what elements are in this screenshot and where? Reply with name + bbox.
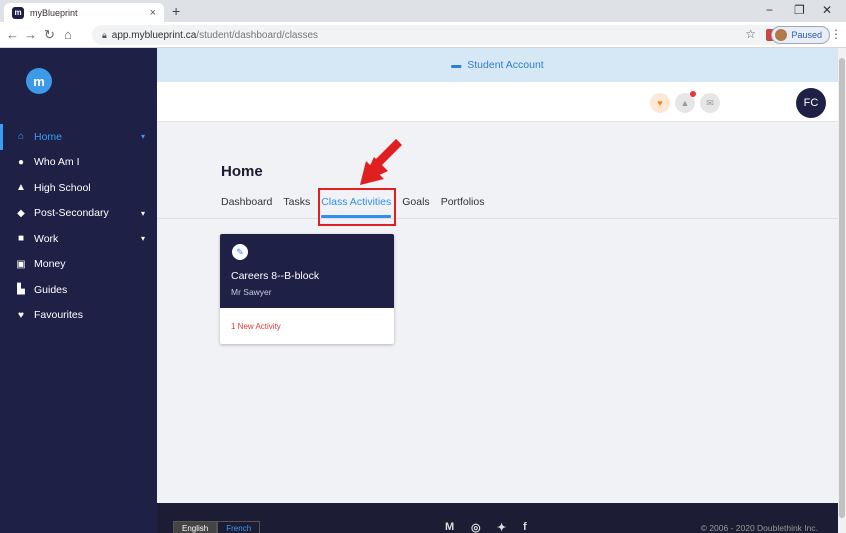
- sidebar-item-high-school[interactable]: ▲ High School: [0, 175, 157, 201]
- restore-icon[interactable]: ❐: [794, 3, 805, 17]
- sidebar-item-guides[interactable]: ▙ Guides: [0, 277, 157, 303]
- sidebar-item-label: Guides: [34, 283, 68, 296]
- sidebar-item-label: Who Am I: [34, 156, 80, 169]
- browser-tab[interactable]: m myBlueprint ×: [4, 3, 164, 22]
- tabs-divider: [157, 218, 838, 219]
- english-button[interactable]: English: [173, 521, 218, 533]
- new-activity-badge[interactable]: 1 New Activity: [231, 322, 281, 331]
- teacher-name: Mr Sawyer: [231, 287, 272, 297]
- banner-label: Student Account: [467, 59, 544, 71]
- header: ♥ ▲ ✉ FC: [157, 82, 838, 122]
- chevron-down-icon[interactable]: ▾: [141, 209, 145, 218]
- sidebar-item-work[interactable]: ■ Work ▾: [0, 226, 157, 252]
- sidebar-item-label: Money: [34, 258, 66, 271]
- home-browser-icon[interactable]: ⌂: [64, 27, 72, 42]
- chevron-down-icon[interactable]: ▾: [141, 234, 145, 243]
- french-button[interactable]: French: [217, 521, 261, 533]
- tab-goals[interactable]: Goals: [402, 196, 429, 208]
- home-icon: ⌂: [17, 131, 25, 143]
- sidebar-item-label: Favourites: [34, 309, 84, 322]
- highlight-box: [318, 188, 396, 226]
- sidebar: m ⌂ Home ▾ ● Who Am I ▲ High School ◆ Post-Secon…: [0, 48, 157, 533]
- student-account-banner: ▬ Student Account: [157, 48, 838, 82]
- sidebar-item-label: High School: [34, 181, 91, 194]
- minimize-icon[interactable]: −: [766, 3, 773, 17]
- reload-icon[interactable]: ↻: [44, 27, 55, 43]
- profile-button[interactable]: Paused: [771, 26, 830, 44]
- url-text: app.myblueprint.ca/student/dashboard/cla…: [112, 30, 318, 41]
- forward-icon[interactable]: →: [24, 27, 37, 42]
- red-arrow-icon: [360, 139, 402, 185]
- facebook-icon[interactable]: f: [523, 521, 527, 533]
- lock-icon: 🔒︎: [102, 29, 107, 40]
- back-icon[interactable]: ←: [6, 27, 19, 42]
- profile-status: Paused: [791, 30, 822, 40]
- instagram-icon[interactable]: ◎: [471, 521, 481, 533]
- copyright: © 2006 - 2020 Doublethink Inc.: [700, 523, 818, 533]
- url-host: app.myblueprint.ca: [111, 29, 197, 41]
- sidebar-item-post-secondary[interactable]: ◆ Post-Secondary ▾: [0, 201, 157, 227]
- sidebar-nav: ⌂ Home ▾ ● Who Am I ▲ High School ◆ Post-Seconda…: [0, 124, 157, 328]
- bus-icon: ▬: [451, 59, 462, 71]
- class-card-header: ✎ Careers 8--B-block Mr Sawyer: [220, 234, 394, 308]
- messages-button[interactable]: ✉: [700, 93, 720, 113]
- url-path: /student/dashboard/classes: [196, 29, 319, 41]
- page-title: Home: [221, 163, 263, 180]
- money-icon: ▣: [16, 258, 26, 270]
- sidebar-item-home[interactable]: ⌂ Home ▾: [0, 124, 157, 150]
- new-tab-icon[interactable]: +: [172, 3, 180, 19]
- sidebar-item-favourites[interactable]: ♥ Favourites: [0, 303, 157, 329]
- close-tab-icon[interactable]: ×: [150, 7, 156, 19]
- pencil-icon: ✎: [232, 244, 248, 260]
- footer: English French M ◎ ✦ f © 2006 - 2020 Dou…: [157, 503, 838, 533]
- graduation-cap-icon: ◆: [17, 207, 25, 219]
- profile-avatar: [775, 29, 788, 41]
- heart-icon: ♥: [18, 309, 24, 321]
- bell-icon: ▲: [680, 98, 690, 108]
- address-bar[interactable]: 🔒︎ app.myblueprint.ca/student/dashboard/…: [92, 25, 788, 45]
- menu-kebab-icon[interactable]: ⋮: [830, 27, 842, 41]
- notification-dot: [690, 91, 696, 97]
- tab-tasks[interactable]: Tasks: [283, 196, 310, 208]
- browser-tab-title: myBlueprint: [30, 7, 78, 18]
- twitter-icon[interactable]: ✦: [497, 521, 506, 533]
- mail-icon: ✉: [706, 97, 714, 108]
- language-switch: English French: [173, 521, 261, 533]
- book-icon: ▙: [17, 284, 25, 296]
- heart-icon: ♥: [657, 98, 663, 108]
- sidebar-item-label: Home: [34, 130, 63, 143]
- briefcase-icon: ■: [17, 233, 25, 245]
- class-name: Careers 8--B-block: [231, 270, 320, 282]
- chevron-down-icon[interactable]: ▾: [141, 132, 145, 141]
- browser-tab-bar: m myBlueprint × + − ❐ ✕: [0, 0, 846, 22]
- myblueprint-logo[interactable]: m: [26, 68, 52, 94]
- sidebar-item-who-am-i[interactable]: ● Who Am I: [0, 150, 157, 176]
- scrollbar[interactable]: [838, 48, 846, 533]
- bookmark-star-icon[interactable]: ☆: [745, 27, 756, 41]
- tab-dashboard[interactable]: Dashboard: [221, 196, 272, 208]
- medium-icon[interactable]: M: [445, 521, 454, 533]
- notifications-button[interactable]: ▲: [675, 91, 696, 113]
- close-window-icon[interactable]: ✕: [822, 3, 832, 17]
- compass-icon: ●: [17, 156, 25, 168]
- sidebar-item-label: Post-Secondary: [34, 207, 109, 220]
- school-icon: ▲: [16, 182, 26, 194]
- browser-toolbar: ← → ↻ ⌂ 🔒︎ app.myblueprint.ca/student/da…: [0, 22, 846, 48]
- tab-portfolios[interactable]: Portfolios: [441, 196, 485, 208]
- sidebar-item-money[interactable]: ▣ Money: [0, 252, 157, 278]
- user-avatar[interactable]: FC: [796, 88, 826, 118]
- myblueprint-favicon-icon: m: [12, 6, 24, 19]
- sidebar-item-label: Work: [34, 232, 59, 245]
- scroll-thumb[interactable]: [839, 58, 845, 518]
- class-card[interactable]: ✎ Careers 8--B-block Mr Sawyer 1 New Act…: [220, 234, 394, 344]
- favourites-button[interactable]: ♥: [650, 93, 670, 113]
